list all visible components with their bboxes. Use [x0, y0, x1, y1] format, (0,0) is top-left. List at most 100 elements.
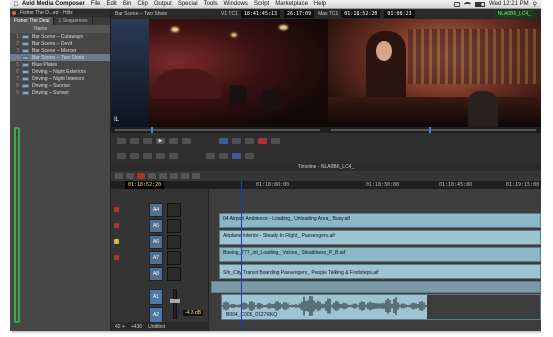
tab-sequences[interactable]: 1 Sequences	[54, 17, 93, 25]
go-to-out-button[interactable]	[130, 152, 139, 159]
timeline-tool-button[interactable]	[115, 173, 123, 179]
timeline-tool-button[interactable]	[148, 173, 156, 179]
render-button[interactable]	[245, 152, 254, 159]
menu-special[interactable]: Special	[178, 1, 198, 7]
source-clip-name[interactable]: Bar Scene – Two Shots	[111, 11, 221, 17]
timeline-tool-button[interactable]	[159, 173, 167, 179]
menu-windows[interactable]: Windows	[224, 1, 248, 7]
track-a2[interactable]: A2	[149, 307, 163, 323]
menu-clip[interactable]: Clip	[137, 1, 147, 7]
track-solo-button[interactable]	[167, 203, 181, 217]
track-solo-button[interactable]	[167, 235, 181, 249]
footer-label[interactable]: +430	[131, 324, 142, 330]
audio-clip-track-a1[interactable]	[211, 281, 541, 293]
track-monitor-button[interactable]	[114, 223, 119, 228]
track-lock-button[interactable]	[114, 239, 119, 244]
timeline-tracks[interactable]: A4 A5 A6 A7 A8 A1 A2 -4.3 dB 04 Airport …	[111, 189, 541, 331]
footer-label[interactable]: 42 +	[115, 324, 125, 330]
record-icon[interactable]	[258, 137, 267, 144]
add-edit-button[interactable]	[219, 152, 228, 159]
track-a5[interactable]: A5	[149, 219, 163, 233]
record-position-bar[interactable]	[331, 129, 536, 131]
footer-label[interactable]: Untitled	[148, 324, 165, 330]
bin-row[interactable]: 2 Bar Scene – Devil	[10, 40, 110, 47]
source-position-bar[interactable]	[115, 129, 320, 131]
search-icon[interactable]: ⚲	[533, 1, 537, 8]
track-a4[interactable]: A4	[149, 203, 163, 217]
menu-edit[interactable]: Edit	[106, 1, 116, 7]
wifi-icon[interactable]	[464, 1, 472, 7]
rewind-button[interactable]	[143, 152, 152, 159]
step-forward-button[interactable]	[169, 137, 178, 144]
bin-row-label: Driving – Night Exteriors	[32, 68, 86, 75]
close-icon[interactable]	[12, 11, 16, 15]
track-a8[interactable]: A8	[149, 267, 163, 281]
track-monitor-button[interactable]	[114, 207, 119, 212]
menu-clock[interactable]: Wed 12:21 PM	[489, 1, 529, 7]
audio-clip[interactable]: Airplane Interior - Steady In Flight_ Pa…	[219, 230, 541, 245]
track-solo-button[interactable]	[167, 267, 181, 281]
match-frame-button[interactable]	[271, 137, 280, 144]
extract-button[interactable]	[245, 137, 254, 144]
step-back-button[interactable]	[143, 137, 152, 144]
timeline-tool-button[interactable]	[126, 173, 134, 179]
track-solo-button[interactable]	[167, 251, 181, 265]
track-solo-button[interactable]	[167, 219, 181, 233]
volume-fader[interactable]	[173, 289, 177, 319]
track-a1[interactable]: A1	[149, 289, 163, 305]
menu-file[interactable]: File	[91, 1, 101, 7]
bin-row[interactable]: 1 Bar Scene – Cutaways	[10, 33, 110, 40]
track-monitor-button[interactable]	[114, 255, 119, 260]
timeline-playhead[interactable]	[241, 181, 242, 331]
bin-row[interactable]: 9 Driving – Sunset	[10, 89, 110, 96]
timecode-ruler[interactable]: 01:18:52:20 01:18:00:00 01:18:30:00 01:1…	[111, 181, 541, 189]
record-sequence-tag[interactable]: NLA0B6_LC4_	[493, 10, 535, 18]
timeline-title[interactable]: Timeline - NLA0B6_LC4_	[111, 163, 541, 171]
timeline-tool-button[interactable]	[137, 173, 145, 179]
mark-in-button[interactable]	[117, 137, 126, 144]
menu-bin[interactable]: Bin	[123, 1, 132, 7]
audio-clip[interactable]: Sfx_City Transit Boarding Passengers_ Pe…	[219, 264, 541, 279]
bin-row[interactable]: 7 Driving – Night Interiors	[10, 75, 110, 82]
mark-out-button[interactable]	[130, 137, 139, 144]
bin-title-bar[interactable]: Fisher The D...ed - Hiltz	[10, 9, 110, 17]
tc-label-2[interactable]: Mas TC1	[318, 11, 338, 17]
record-monitor[interactable]	[328, 19, 541, 127]
track-a7[interactable]: A7	[149, 251, 163, 265]
tc-label-1[interactable]: V1 TC1	[221, 11, 238, 17]
track-a6[interactable]: A6	[149, 235, 163, 249]
go-to-in-button[interactable]	[117, 152, 126, 159]
audio-clip[interactable]: Boeing_777_int_Loading_ Voices_ Steadine…	[219, 247, 541, 262]
fast-forward-button[interactable]	[156, 152, 165, 159]
timeline-tool-button[interactable]	[192, 173, 200, 179]
bin-row[interactable]: 8 Driving – Sunrise	[10, 82, 110, 89]
battery-icon[interactable]	[475, 1, 486, 7]
source-monitor[interactable]: IL	[111, 19, 328, 127]
menu-output[interactable]: Output	[154, 1, 172, 7]
menu-app-name[interactable]: Avid Media Composer	[22, 1, 85, 7]
trim-button[interactable]	[232, 152, 241, 159]
bin-row[interactable]: 4 Bar Scene – Two Shots	[10, 54, 110, 61]
timeline-tool-button[interactable]	[170, 173, 178, 179]
menu-tools[interactable]: Tools	[204, 1, 218, 7]
play-icon[interactable]: ▶	[156, 137, 165, 144]
tab-bin[interactable]: Fisher The Deal	[10, 17, 55, 25]
display-icon[interactable]	[454, 1, 461, 7]
sync-button[interactable]	[219, 137, 228, 144]
lift-button[interactable]	[232, 137, 241, 144]
timeline-tool-button[interactable]	[181, 173, 189, 179]
audio-waveform-clip[interactable]: B004_C005_0127RKQ	[221, 294, 541, 320]
clear-marks-button[interactable]	[169, 152, 178, 159]
menu-marketplace[interactable]: Marketplace	[275, 1, 308, 7]
bin-row[interactable]: 3 Bar Scene – Mercer	[10, 47, 110, 54]
menu-script[interactable]: Script	[254, 1, 269, 7]
overwrite-button[interactable]	[206, 152, 215, 159]
bin-column-header[interactable]: Name	[10, 25, 110, 33]
bin-row[interactable]: 6 Driving – Night Exteriors	[10, 68, 110, 75]
menu-help[interactable]: Help	[314, 1, 326, 7]
splice-button[interactable]	[182, 137, 191, 144]
apple-icon[interactable]: 	[10, 1, 22, 8]
audio-clip[interactable]: 04 Airport Ambience - Loading_ Unloading…	[219, 213, 541, 228]
volume-fader-handle[interactable]	[170, 299, 180, 303]
bin-row[interactable]: 5 Blue Plates	[10, 61, 110, 68]
